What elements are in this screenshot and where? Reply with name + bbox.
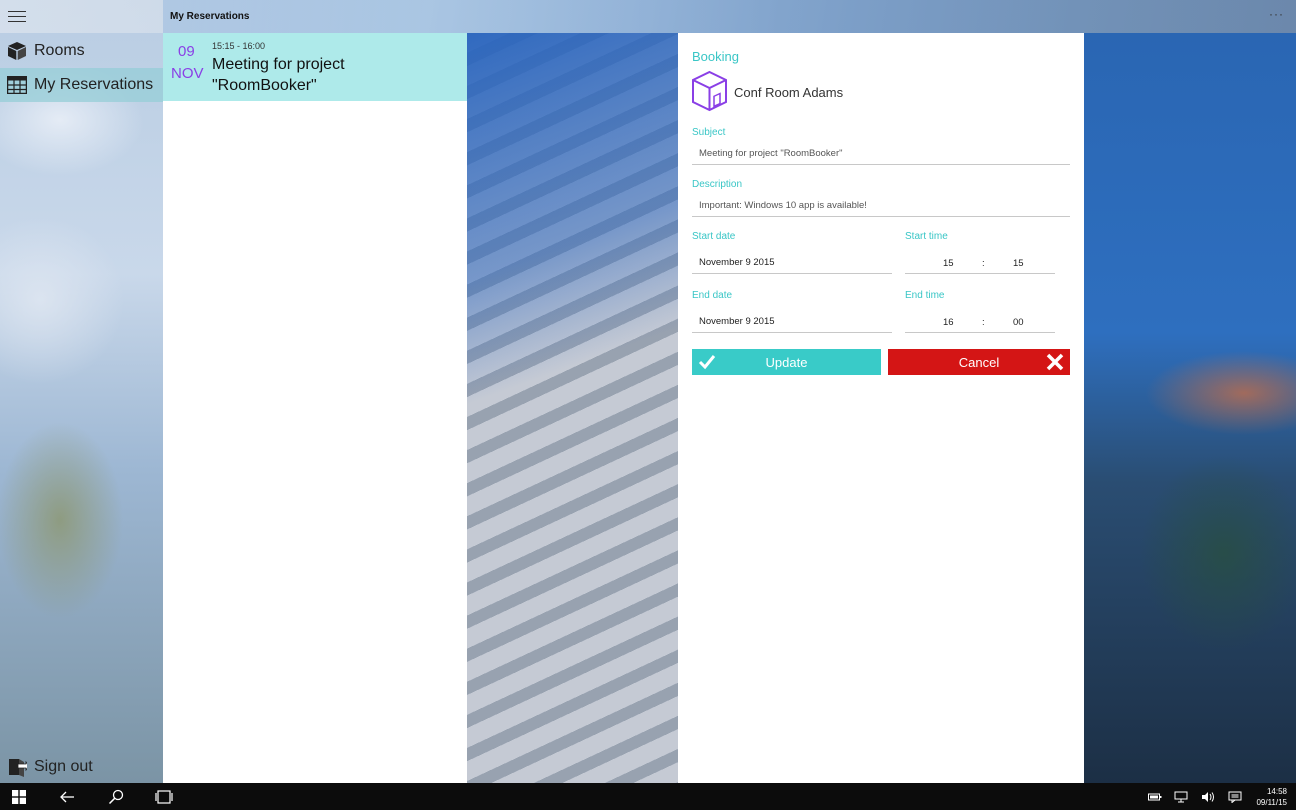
task-view-icon[interactable] [154, 787, 174, 807]
title-bar: My Reservations ··· [0, 0, 1296, 33]
booking-panel: Booking Conf Room Adams Subject Descript… [678, 33, 1084, 783]
reservation-day: 09 [178, 43, 195, 60]
reservation-list-item[interactable]: 09 NOV 15:15 - 16:00 Meeting for project… [163, 33, 467, 101]
end-time-picker[interactable]: 16 : 00 [905, 311, 1055, 333]
end-time-label: End time [905, 290, 945, 301]
reservation-title: Meeting for project "RoomBooker" [212, 56, 345, 94]
room-name: Conf Room Adams [734, 85, 844, 100]
booking-heading: Booking [692, 49, 739, 64]
end-date-picker[interactable] [692, 311, 892, 333]
sign-out-label: Sign out [34, 758, 93, 775]
taskbar: 14:58 09/11/15 [0, 783, 1296, 810]
close-icon [1046, 353, 1064, 371]
update-label: Update [765, 354, 808, 370]
notifications-icon[interactable] [1225, 787, 1245, 807]
battery-icon[interactable] [1145, 787, 1165, 807]
end-minute: 00 [1013, 317, 1024, 328]
sign-out-button[interactable]: Sign out [0, 750, 163, 784]
reservation-month: NOV [171, 65, 204, 82]
search-icon[interactable] [106, 787, 126, 807]
more-options-icon[interactable]: ··· [1269, 7, 1284, 21]
time-separator: : [982, 258, 985, 269]
nav-item-label: My Reservations [34, 76, 154, 93]
start-time-picker[interactable]: 15 : 15 [905, 252, 1055, 274]
system-clock[interactable]: 14:58 09/11/15 [1256, 786, 1287, 808]
nav-item-rooms[interactable]: Rooms [0, 34, 163, 68]
reservations-list: 09 NOV 15:15 - 16:00 Meeting for project… [163, 33, 467, 783]
wallpaper-center-building [467, 33, 678, 783]
nav-item-label: Rooms [34, 42, 85, 59]
cube-icon [7, 41, 27, 61]
back-arrow-icon[interactable] [57, 787, 77, 807]
description-label: Description [692, 179, 743, 190]
app-title: My Reservations [170, 11, 250, 22]
volume-icon[interactable] [1198, 787, 1218, 807]
start-date-picker[interactable] [692, 252, 892, 274]
update-button[interactable]: Update [692, 349, 881, 375]
description-input[interactable] [692, 195, 1070, 217]
navigation-pane: Rooms My Reservations Sign out [0, 33, 163, 783]
subject-label: Subject [692, 127, 726, 138]
end-date-label: End date [692, 290, 733, 301]
clock-date: 09/11/15 [1256, 798, 1287, 807]
cancel-button[interactable]: Cancel [888, 349, 1070, 375]
sign-out-icon [7, 757, 27, 777]
wallpaper-right [1084, 33, 1296, 783]
calendar-grid-icon [7, 75, 27, 95]
start-hour: 15 [943, 258, 954, 269]
start-date-label: Start date [692, 231, 736, 242]
start-windows-icon[interactable] [9, 787, 29, 807]
start-time-label: Start time [905, 231, 948, 242]
end-hour: 16 [943, 317, 954, 328]
clock-time: 14:58 [1266, 787, 1287, 796]
reservation-time: 15:15 - 16:00 [212, 41, 266, 51]
hamburger-menu-icon[interactable] [8, 11, 26, 23]
checkmark-icon [698, 353, 716, 371]
start-minute: 15 [1013, 258, 1024, 269]
network-icon[interactable] [1171, 787, 1191, 807]
room-cube-icon [691, 70, 728, 112]
subject-input[interactable] [692, 143, 1070, 165]
time-separator: : [982, 317, 985, 328]
cancel-label: Cancel [958, 354, 1000, 370]
nav-item-my-reservations[interactable]: My Reservations [0, 68, 163, 102]
